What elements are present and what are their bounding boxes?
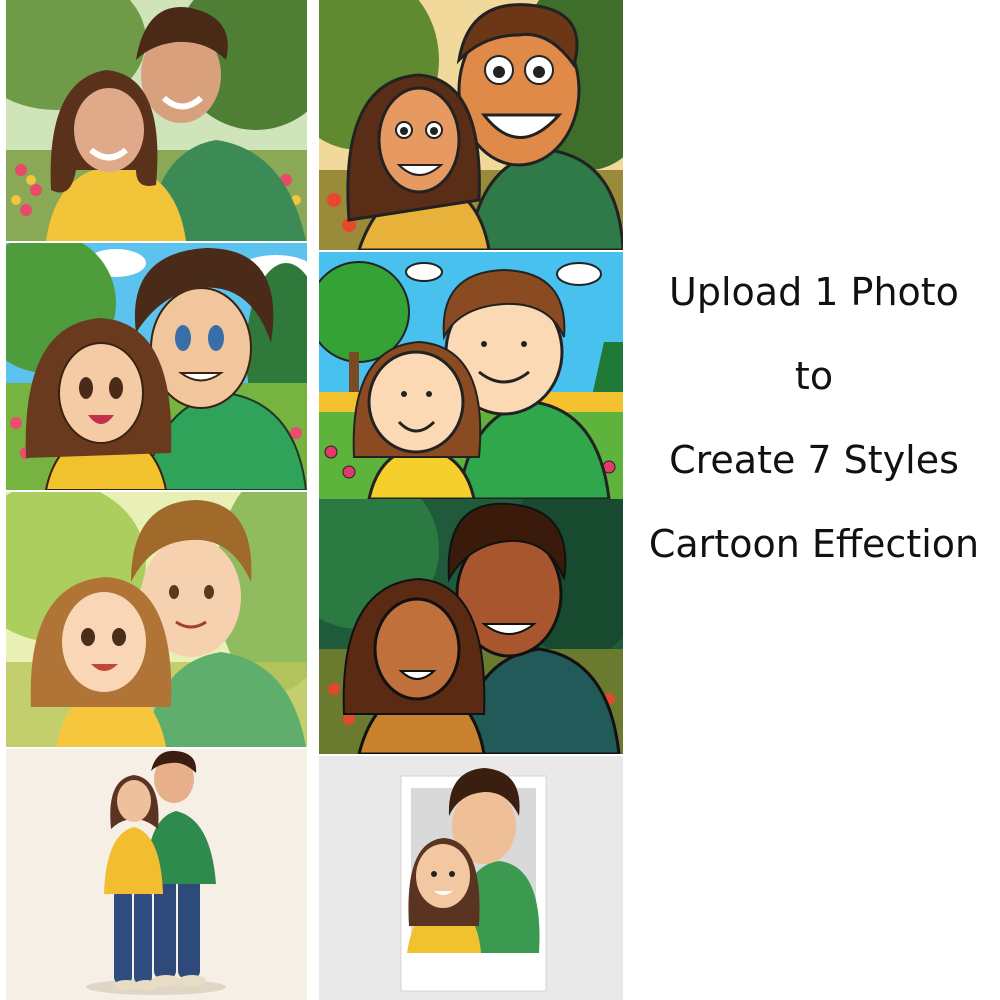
tile-3d-polaroid xyxy=(319,756,623,1000)
tile-anime xyxy=(6,243,307,490)
tile-pop-art xyxy=(319,499,623,754)
caption: Upload 1 Photo to Create 7 Styles Cartoo… xyxy=(628,250,1000,586)
tile-3d-figure xyxy=(6,749,307,1000)
caption-line-4: Cartoon Effection xyxy=(648,522,980,566)
caption-line-1: Upload 1 Photo xyxy=(669,270,959,314)
tile-caricature xyxy=(319,0,623,250)
caption-line-2: to xyxy=(794,354,834,398)
tile-peanuts-comic xyxy=(319,252,623,499)
caption-line-3: Create 7 Styles xyxy=(669,438,959,482)
tile-watercolor xyxy=(6,492,307,747)
tile-original-photo xyxy=(6,0,307,241)
